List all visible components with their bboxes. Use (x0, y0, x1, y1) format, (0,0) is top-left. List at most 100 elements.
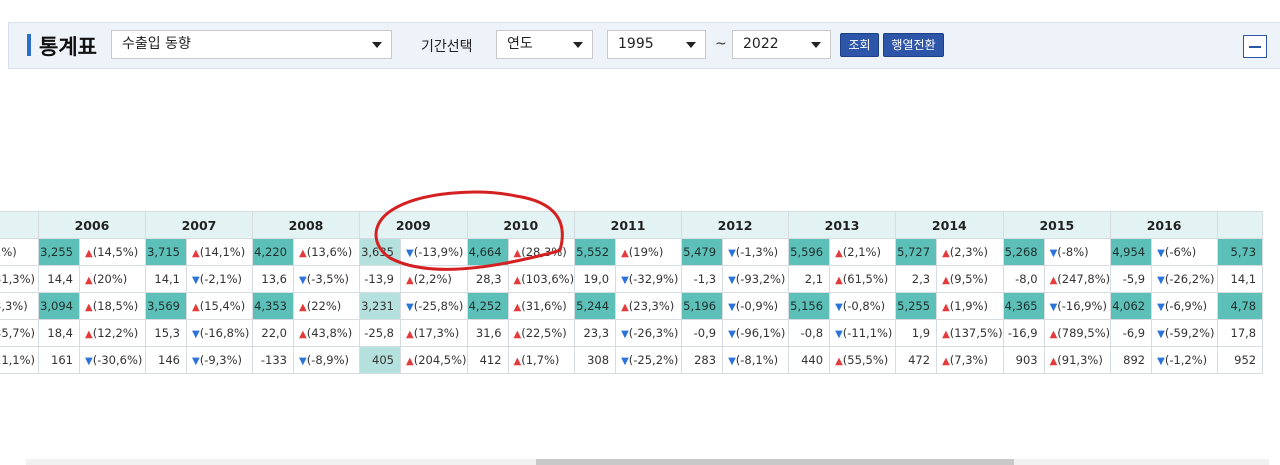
up-triangle-icon: ▲ (942, 356, 950, 367)
value-cell: 5,479 (681, 238, 724, 266)
change-percent: (204,5%) (413, 353, 467, 367)
down-triangle-icon: ▼ (85, 356, 93, 367)
year-header-row: 2006 2007 2008 2009 2010 2011 2012 2013 2014 2015… (0, 211, 1264, 239)
value-cell: 412 (466, 346, 509, 374)
change-cell: ▼(-0,8%) (829, 292, 897, 320)
up-triangle-icon: ▲ (621, 248, 629, 259)
value-cell: 283 (681, 346, 724, 374)
change-percent: (61,5%) (842, 272, 889, 286)
value-cell: 5,268 (1002, 238, 1045, 266)
change-percent: (-1,3%) (735, 245, 779, 259)
down-triangle-icon: ▼ (192, 275, 200, 286)
year-header-2007: 2007 (145, 211, 253, 239)
change-cell: ▲(18,5%) (79, 292, 146, 320)
value-cell: 4,365 (1002, 292, 1045, 320)
value-cell: 3,231 (359, 292, 401, 320)
minus-icon (1249, 46, 1261, 48)
down-triangle-icon: ▼ (299, 275, 307, 286)
down-triangle-icon: ▼ (1157, 302, 1165, 313)
value-cell: 22,0 (252, 319, 294, 347)
to-year-value: 2022 (743, 36, 779, 52)
change-percent: (55,5%) (842, 353, 889, 367)
up-triangle-icon: ▲ (406, 275, 414, 286)
trailing-value-cell: 5,73 (1217, 238, 1264, 266)
change-percent: (-8,9%) (306, 353, 350, 367)
partial-change-cell: 31,3%) (0, 265, 39, 293)
change-cell: ▲(17,3%) (400, 319, 468, 347)
year-header-2013: 2013 (788, 211, 897, 239)
down-triangle-icon: ▼ (728, 302, 736, 313)
trailing-value-cell: 17,8 (1217, 319, 1264, 347)
change-cell: ▼(-0,9%) (722, 292, 790, 320)
value-cell: 4,062 (1110, 292, 1153, 320)
down-triangle-icon: ▼ (728, 275, 736, 286)
change-cell: ▲(9,5%) (936, 265, 1004, 293)
value-cell: -25,8 (359, 319, 401, 347)
up-triangle-icon: ▲ (192, 248, 200, 259)
up-triangle-icon: ▲ (299, 302, 307, 313)
value-cell: -133 (252, 346, 294, 374)
change-cell: ▼(-25,8%) (400, 292, 468, 320)
value-cell: 5,196 (681, 292, 724, 320)
change-cell: ▲(789,5%) (1043, 319, 1112, 347)
value-cell: 892 (1110, 346, 1153, 374)
query-button[interactable]: 조회 (840, 33, 879, 57)
value-cell: 2,3 (895, 265, 938, 293)
change-cell: ▲(28,3%) (507, 238, 576, 266)
change-cell: ▼(-32,9%) (615, 265, 683, 293)
change-percent: (91,3%) (1057, 353, 1103, 367)
year-header-2010: 2010 (466, 211, 576, 239)
table-row: 2%)3,255▲(14,5%)3,715▲(14,1%)4,220▲(13,6… (0, 238, 1264, 266)
change-percent: (2,3%) (949, 245, 988, 259)
value-cell: 903 (1002, 346, 1045, 374)
scrollbar-thumb[interactable] (536, 459, 1014, 465)
title-accent-bar (27, 34, 31, 56)
value-cell: 13,6 (252, 265, 294, 293)
period-unit-select[interactable]: 연도 (496, 30, 593, 59)
change-cell: ▲(2,1%) (829, 238, 897, 266)
value-cell: -1,3 (681, 265, 724, 293)
change-percent: (31,6%) (521, 299, 567, 313)
change-percent: (-59,2%) (1164, 326, 1215, 340)
up-triangle-icon: ▲ (192, 302, 200, 313)
partial-change-cell: 3,3%) (0, 292, 39, 320)
stat-toolbar: 통계표 수출입 동향 기간선택 연도 1995 ~ 2022 조회 행열전환 (8, 22, 1280, 69)
up-triangle-icon: ▲ (85, 329, 93, 340)
change-percent: (20%) (92, 272, 128, 286)
up-triangle-icon: ▲ (835, 248, 843, 259)
value-cell: 5,244 (574, 292, 617, 320)
value-cell: 19,0 (574, 265, 617, 293)
value-cell: 14,4 (38, 265, 80, 293)
value-cell: 146 (145, 346, 187, 374)
to-year-select[interactable]: 2022 (732, 30, 831, 59)
change-cell: ▲(31,6%) (507, 292, 576, 320)
down-triangle-icon: ▼ (621, 356, 629, 367)
change-percent: (-26,3%) (628, 326, 679, 340)
up-triangle-icon: ▲ (942, 248, 950, 259)
header-cell (1217, 211, 1264, 239)
value-cell: -6,9 (1110, 319, 1153, 347)
change-cell: ▼(-13,9%) (400, 238, 468, 266)
change-percent: (14,1%) (199, 245, 246, 259)
value-cell: 2,1 (788, 265, 831, 293)
value-cell: 18,4 (38, 319, 80, 347)
horizontal-scrollbar[interactable] (26, 459, 1269, 465)
transpose-button[interactable]: 행열전환 (883, 33, 944, 57)
year-header-2015: 2015 (1002, 211, 1112, 239)
chevron-down-icon (686, 42, 696, 48)
change-percent: (-0,9%) (735, 299, 779, 313)
change-cell: ▲(247,8%) (1043, 265, 1112, 293)
up-triangle-icon: ▲ (85, 275, 93, 286)
from-year-select[interactable]: 1995 (607, 30, 706, 59)
value-cell: 15,3 (145, 319, 187, 347)
stat-table-select[interactable]: 수출입 동향 (111, 30, 392, 59)
year-header-2016: 2016 (1110, 211, 1219, 239)
collapse-button[interactable] (1243, 35, 1267, 58)
change-cell: ▲(12,2%) (79, 319, 146, 347)
change-percent: (9,5%) (949, 272, 988, 286)
value-cell: 5,727 (895, 238, 938, 266)
change-percent: (247,8%) (1057, 272, 1111, 286)
data-grid[interactable]: 2006 2007 2008 2009 2010 2011 2012 2013 2014 2015… (0, 211, 1280, 376)
change-cell: ▲(14,1%) (186, 238, 253, 266)
table-row: 35,7%)18,4▲(12,2%)15,3▼(-16,8%)22,0▲(43,… (0, 319, 1264, 347)
